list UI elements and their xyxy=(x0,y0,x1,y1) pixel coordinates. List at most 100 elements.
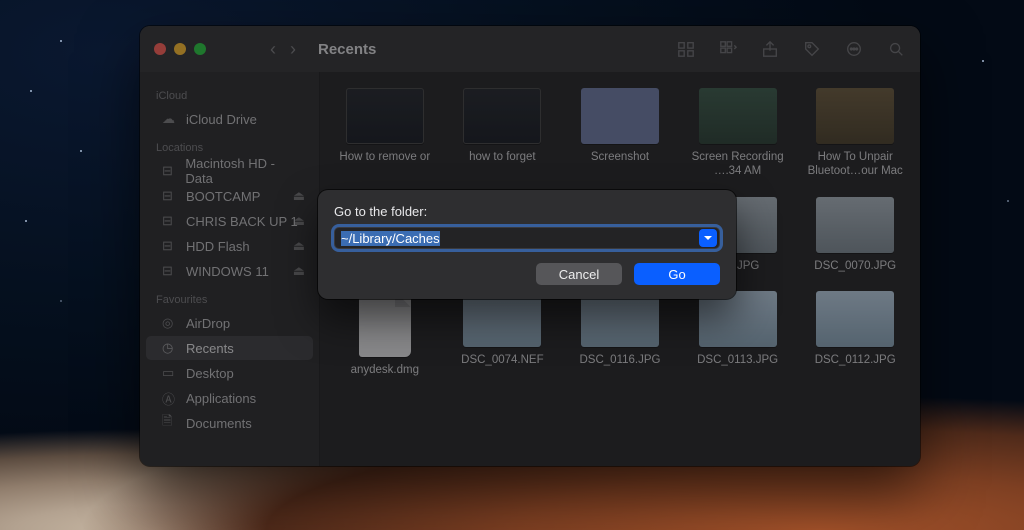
file-name: DSC_0070.JPG xyxy=(814,259,896,273)
drive-icon: ⊟ xyxy=(162,188,178,204)
sidebar-item-label: Recents xyxy=(186,341,234,356)
group-by-button[interactable] xyxy=(718,40,738,58)
sidebar-item-bootcamp[interactable]: ⊟ BOOTCAMP ⏏ xyxy=(146,184,313,208)
cloud-icon: ☁︎ xyxy=(162,111,178,127)
doc-icon: 🗎 xyxy=(162,412,178,434)
dropdown-button[interactable] xyxy=(699,229,717,247)
file-item[interactable]: DSC_0112.JPG xyxy=(802,291,908,377)
toolbar-right xyxy=(676,40,906,58)
file-thumbnail xyxy=(816,291,894,347)
file-name: how to forget xyxy=(469,150,535,164)
forward-button[interactable]: › xyxy=(290,39,296,60)
drive-icon: ⊟ xyxy=(162,238,178,254)
file-thumbnail xyxy=(463,88,541,144)
sidebar-item-applications[interactable]: Ⓐ Applications xyxy=(146,386,313,410)
file-name: DSC_0113.JPG xyxy=(697,353,778,367)
file-name: DSC_0116.JPG xyxy=(580,353,661,367)
sidebar-item-documents[interactable]: 🗎 Documents xyxy=(146,411,313,435)
file-name: DSC_0074.NEF xyxy=(461,353,543,367)
sidebar-section-label: Favourites xyxy=(140,284,319,310)
sidebar-item-label: HDD Flash xyxy=(186,239,250,254)
sidebar-item-macintosh-hd[interactable]: ⊟ Macintosh HD - Data xyxy=(146,159,313,183)
star-icon xyxy=(982,60,984,62)
folder-path-input[interactable] xyxy=(335,231,699,246)
folder-path-combobox[interactable] xyxy=(334,227,720,249)
file-name: DSC_0112.JPG xyxy=(815,353,896,367)
go-button[interactable]: Go xyxy=(634,263,720,285)
view-grid-button[interactable] xyxy=(676,40,696,58)
star-icon xyxy=(80,150,82,152)
sidebar-item-windows-11[interactable]: ⊟ WINDOWS 11 ⏏ xyxy=(146,259,313,283)
sidebar-item-label: BOOTCAMP xyxy=(186,189,260,204)
file-name: Screen Recording ….34 AM xyxy=(692,150,784,179)
sidebar-item-airdrop[interactable]: ◎ AirDrop xyxy=(146,311,313,335)
sidebar-section-label: Locations xyxy=(140,132,319,158)
eject-icon[interactable]: ⏏ xyxy=(293,188,305,204)
file-thumbnail xyxy=(359,291,411,357)
dialog-button-row: Cancel Go xyxy=(334,263,720,285)
file-item[interactable]: How to remove or xyxy=(332,88,438,179)
share-button[interactable] xyxy=(760,40,780,58)
file-item[interactable]: How To Unpair Bluetoot…our Mac xyxy=(802,88,908,179)
file-thumbnail xyxy=(699,291,777,347)
eject-icon[interactable]: ⏏ xyxy=(293,263,305,279)
star-icon xyxy=(60,300,62,302)
file-thumbnail xyxy=(463,291,541,347)
sidebar-item-label: Macintosh HD - Data xyxy=(185,156,301,186)
file-item[interactable]: DSC_0116.JPG xyxy=(567,291,673,377)
sidebar-item-label: AirDrop xyxy=(186,316,230,331)
fullscreen-window-button[interactable] xyxy=(194,43,206,55)
window-controls xyxy=(154,43,206,55)
airdrop-icon: ◎ xyxy=(162,315,178,331)
star-icon xyxy=(25,220,27,222)
file-item[interactable]: Screenshot xyxy=(567,88,673,179)
dialog-label: Go to the folder: xyxy=(334,204,720,219)
cancel-button[interactable]: Cancel xyxy=(536,263,622,285)
sidebar: iCloud ☁︎ iCloud Drive Locations ⊟ Macin… xyxy=(140,72,320,466)
clock-icon: ◷ xyxy=(162,340,178,356)
titlebar: ‹ › Recents xyxy=(140,26,920,72)
file-item[interactable]: how to forget xyxy=(450,88,556,179)
tags-button[interactable] xyxy=(802,40,822,58)
drive-icon: ⊟ xyxy=(162,213,178,229)
eject-icon[interactable]: ⏏ xyxy=(293,238,305,254)
file-thumbnail xyxy=(699,88,777,144)
file-item[interactable]: anydesk.dmg xyxy=(332,291,438,377)
desktop-icon: ▭ xyxy=(162,365,178,381)
sidebar-item-label: Applications xyxy=(186,391,256,406)
file-thumbnail xyxy=(816,197,894,253)
file-thumbnail xyxy=(346,88,424,144)
star-icon xyxy=(1007,200,1009,202)
file-item[interactable]: DSC_0113.JPG xyxy=(685,291,791,377)
apps-icon: Ⓐ xyxy=(162,389,178,408)
file-name: anydesk.dmg xyxy=(351,363,419,377)
search-button[interactable] xyxy=(886,40,906,58)
sidebar-item-hdd-flash[interactable]: ⊟ HDD Flash ⏏ xyxy=(146,234,313,258)
back-button[interactable]: ‹ xyxy=(270,39,276,60)
file-name: How to remove or xyxy=(339,150,430,164)
file-item[interactable]: DSC_0070.JPG xyxy=(802,197,908,273)
file-item[interactable]: DSC_0074.NEF xyxy=(450,291,556,377)
eject-icon[interactable]: ⏏ xyxy=(293,213,305,229)
sidebar-item-label: WINDOWS 11 xyxy=(186,264,269,279)
minimize-window-button[interactable] xyxy=(174,43,186,55)
sidebar-item-label: Desktop xyxy=(186,366,234,381)
star-icon xyxy=(60,40,62,42)
sidebar-item-icloud-drive[interactable]: ☁︎ iCloud Drive xyxy=(146,107,313,131)
drive-icon: ⊟ xyxy=(162,263,178,279)
sidebar-item-chris-backup[interactable]: ⊟ CHRIS BACK UP 1 ⏏ xyxy=(146,209,313,233)
file-thumbnail xyxy=(816,88,894,144)
sidebar-item-desktop[interactable]: ▭ Desktop xyxy=(146,361,313,385)
sidebar-item-recents[interactable]: ◷ Recents xyxy=(146,336,313,360)
drive-icon: ⊟ xyxy=(162,163,177,179)
sidebar-item-label: CHRIS BACK UP 1 xyxy=(186,214,298,229)
file-item[interactable]: Screen Recording ….34 AM xyxy=(685,88,791,179)
star-icon xyxy=(30,90,32,92)
chevron-down-icon xyxy=(703,233,713,243)
nav-arrows: ‹ › xyxy=(270,39,296,60)
window-title: Recents xyxy=(318,41,376,58)
file-thumbnail xyxy=(581,88,659,144)
action-menu-button[interactable] xyxy=(844,40,864,58)
close-window-button[interactable] xyxy=(154,43,166,55)
file-name: How To Unpair Bluetoot…our Mac xyxy=(808,150,903,179)
